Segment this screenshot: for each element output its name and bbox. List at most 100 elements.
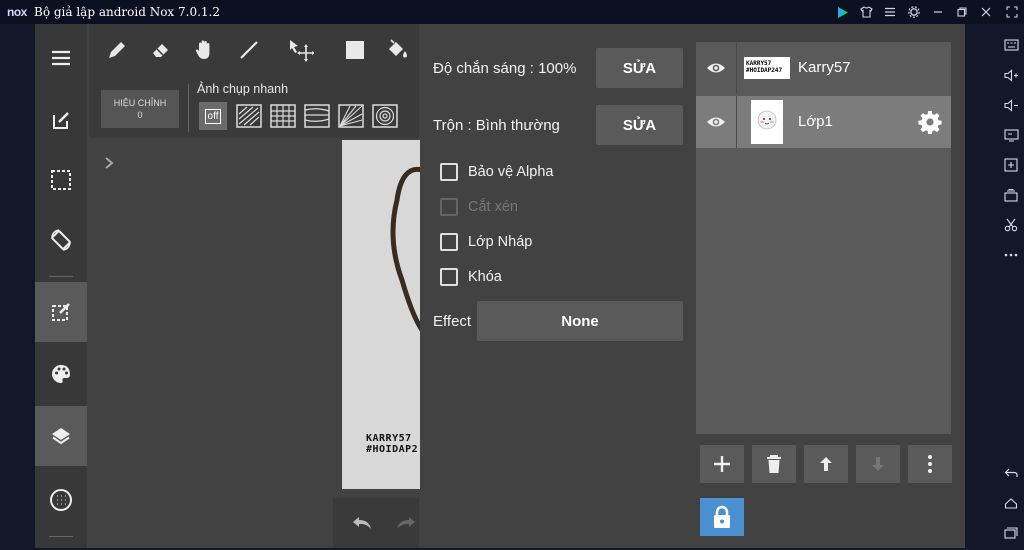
layer-item-selected[interactable]: Lớp1: [696, 96, 951, 148]
move-layer-up-button[interactable]: [804, 445, 848, 483]
bucket-tool[interactable]: [383, 36, 411, 64]
play-store-icon[interactable]: [835, 4, 851, 20]
snapshot-grid-button[interactable]: [269, 102, 297, 130]
layer-thumbnail: KARRY57 #HOIDAP247: [744, 57, 790, 79]
checkbox-box[interactable]: [440, 268, 458, 286]
expand-chevron-icon[interactable]: [103, 156, 115, 170]
lock-layer-button[interactable]: [700, 498, 744, 536]
drawing-canvas[interactable]: KARRY57 #HOIDAP2: [342, 140, 422, 489]
move-icon: [290, 40, 314, 62]
back-icon[interactable]: [1002, 464, 1020, 482]
snapshot-perspective-button[interactable]: [303, 102, 331, 130]
add-layer-icon: [714, 456, 730, 472]
undo-icon[interactable]: [351, 514, 373, 532]
canvas-watermark: KARRY57 #HOIDAP2: [366, 433, 418, 455]
layer-edit-icon: [52, 303, 70, 321]
concentric-icon: [372, 104, 398, 128]
layers-button[interactable]: [35, 406, 87, 466]
layer-item[interactable]: KARRY57 #HOIDAP247 Karry57: [696, 42, 951, 94]
recent-apps-icon[interactable]: [1002, 524, 1020, 542]
volume-up-icon[interactable]: [1002, 66, 1020, 84]
close-icon[interactable]: [978, 4, 994, 20]
gear-icon[interactable]: [906, 4, 922, 20]
checkbox-label: Cắt xén: [468, 199, 518, 215]
fill-rect-icon: [346, 41, 364, 59]
delete-layer-icon: [767, 455, 781, 473]
layers-panel: KARRY57 #HOIDAP247 Karry57 Lớp1: [696, 42, 951, 434]
more-icon[interactable]: [1002, 246, 1020, 264]
move-up-icon: [820, 457, 832, 471]
add-layer-button[interactable]: [700, 445, 744, 483]
palette-icon: [52, 365, 70, 383]
checkbox-box[interactable]: [440, 163, 458, 181]
menu-button[interactable]: [35, 28, 87, 88]
grid-button[interactable]: [35, 470, 87, 530]
keyboard-icon[interactable]: [1002, 36, 1020, 54]
rotate-button[interactable]: [35, 210, 87, 270]
snapshot-concentric-button[interactable]: [371, 102, 399, 130]
adjust-value: 0: [137, 110, 143, 120]
layer-divider: [736, 42, 737, 94]
snapshot-radial-button[interactable]: [337, 102, 365, 130]
checkbox-box[interactable]: [440, 233, 458, 251]
move-layer-down-button[interactable]: [856, 445, 900, 483]
eraser-tool[interactable]: [147, 36, 175, 64]
pencil-tool[interactable]: [103, 36, 131, 64]
visibility-eye-icon[interactable]: [706, 112, 726, 132]
snapshot-label: Ảnh chụp nhanh: [197, 82, 289, 96]
edit-button[interactable]: [35, 90, 87, 150]
snapshot-parallel-button[interactable]: [235, 102, 263, 130]
more-options-button[interactable]: [908, 445, 952, 483]
blend-edit-button[interactable]: SỬA: [596, 105, 683, 145]
lock-checkbox[interactable]: Khóa: [440, 266, 502, 288]
checkbox-label: Bảo vệ Alpha: [468, 164, 554, 180]
edit-icon: [53, 112, 69, 129]
opacity-edit-button[interactable]: SỬA: [596, 48, 683, 88]
visibility-eye-icon[interactable]: [706, 58, 726, 78]
adjust-label: HIỆU CHỈNH: [113, 98, 167, 108]
thumbnail-line2: #HOIDAP247: [746, 67, 783, 74]
hand-tool[interactable]: [191, 36, 219, 64]
snapshot-off-button[interactable]: off: [199, 102, 227, 130]
layer-edit-button[interactable]: [35, 282, 87, 342]
menu-icon: [52, 50, 70, 66]
canvas-watermark-line1: KARRY57: [366, 433, 412, 444]
window-title: Bộ giả lập android Nox 7.0.1.2: [34, 5, 220, 19]
add-apk-icon[interactable]: [1002, 156, 1020, 174]
screen-icon[interactable]: [1002, 126, 1020, 144]
scissors-icon[interactable]: [1002, 216, 1020, 234]
shirt-icon[interactable]: [858, 4, 874, 20]
canvas-watermark-line2: #HOIDAP2: [366, 444, 419, 455]
adjust-button[interactable]: HIỆU CHỈNH 0: [101, 90, 179, 128]
restore-icon[interactable]: [954, 4, 970, 20]
alpha-protect-checkbox[interactable]: Bảo vệ Alpha: [440, 161, 553, 183]
layer-name: Karry57: [798, 59, 851, 76]
palette-button[interactable]: [35, 344, 87, 404]
more-options-icon: [928, 455, 932, 473]
home-icon[interactable]: [1002, 494, 1020, 512]
layers-icon: [52, 428, 70, 445]
selection-icon: [51, 170, 71, 190]
menu-icon[interactable]: [882, 4, 898, 20]
minimize-icon[interactable]: [930, 4, 946, 20]
checkbox-label: Lớp Nháp: [468, 234, 533, 250]
opacity-label: Độ chắn sáng : 100%: [433, 60, 577, 77]
multi-instance-icon[interactable]: [1002, 186, 1020, 204]
delete-layer-button[interactable]: [752, 445, 796, 483]
move-tool[interactable]: [287, 36, 315, 64]
snapshot-off-label: off: [204, 108, 222, 124]
grid-snap-icon: [270, 104, 296, 128]
hand-icon: [195, 40, 210, 59]
fullscreen-icon[interactable]: [1004, 4, 1020, 20]
layer-name: Lớp1: [798, 113, 833, 130]
selection-button[interactable]: [35, 150, 87, 210]
effect-select[interactable]: None: [477, 301, 683, 341]
checkbox-box: [440, 198, 458, 216]
draft-layer-checkbox[interactable]: Lớp Nháp: [440, 231, 532, 253]
layer-settings-gear-icon[interactable]: [918, 110, 942, 134]
line-tool[interactable]: [235, 36, 263, 64]
redo-icon[interactable]: [395, 514, 417, 532]
parallel-lines-icon: [236, 104, 262, 128]
fill-rect-tool[interactable]: [341, 36, 369, 64]
volume-down-icon[interactable]: [1002, 96, 1020, 114]
